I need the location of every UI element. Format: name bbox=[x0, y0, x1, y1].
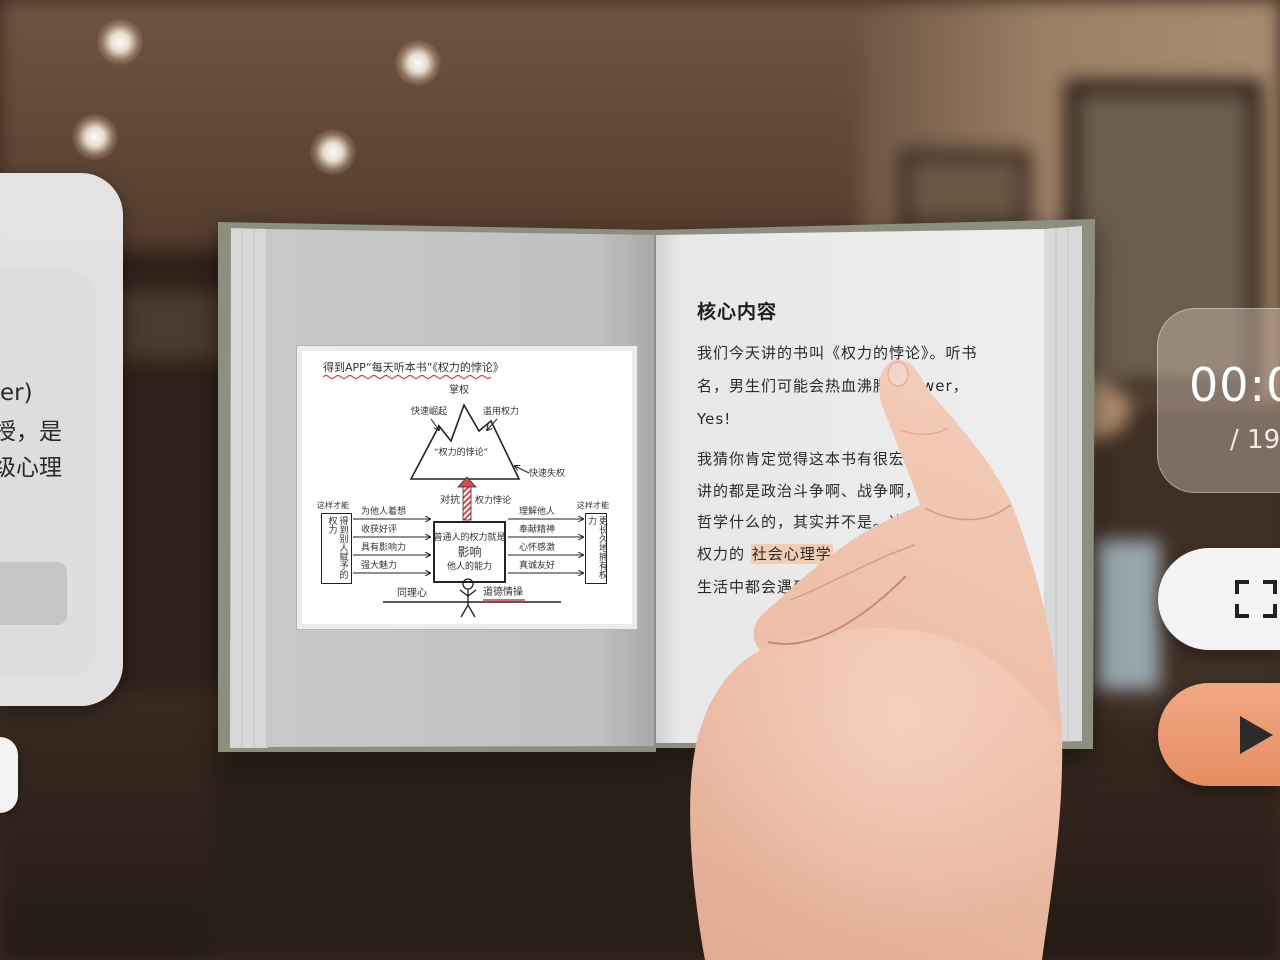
left-round-button[interactable] bbox=[0, 737, 18, 813]
fullscreen-button[interactable] bbox=[1158, 548, 1280, 650]
hand-highlight bbox=[690, 628, 1063, 960]
left-info-panel: er) 授，是 级心理 bbox=[0, 173, 123, 706]
play-button[interactable] bbox=[1158, 683, 1280, 786]
playback-time-panel: 00:0 / 19 bbox=[1157, 308, 1280, 493]
hand bbox=[690, 359, 1063, 960]
left-panel-card: er) 授，是 级心理 bbox=[0, 270, 96, 676]
left-panel-text: 授，是 bbox=[0, 419, 62, 445]
current-time: 00:0 bbox=[1189, 358, 1280, 412]
play-icon bbox=[1240, 716, 1273, 754]
left-panel-text: er) bbox=[0, 380, 33, 406]
total-duration: / 19 bbox=[1230, 425, 1280, 455]
left-panel-text: 级心理 bbox=[0, 455, 62, 481]
fingernail bbox=[887, 361, 909, 387]
fullscreen-icon bbox=[1235, 580, 1277, 618]
left-panel-button[interactable] bbox=[0, 562, 67, 625]
